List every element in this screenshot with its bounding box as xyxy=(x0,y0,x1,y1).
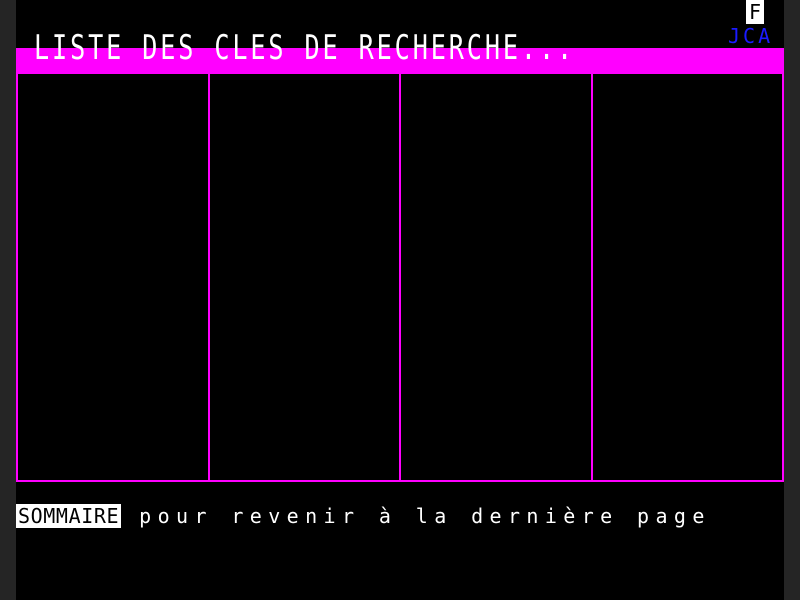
search-keys-column-1 xyxy=(18,74,210,480)
search-keys-column-4 xyxy=(593,74,783,480)
page-title: LISTE DES CLES DE RECHERCHE... xyxy=(34,28,576,68)
footer-instruction-text: pour revenir à la dernière page xyxy=(139,504,711,528)
minitel-screen: LISTE DES CLES DE RECHERCHE... F JCA SOM… xyxy=(16,0,784,600)
service-badge-jca: JCA xyxy=(728,24,774,48)
search-keys-grid xyxy=(16,72,784,482)
search-keys-column-2 xyxy=(210,74,401,480)
left-border-strip xyxy=(0,0,16,600)
sommaire-key-button[interactable]: SOMMAIRE xyxy=(16,504,122,528)
right-border-strip xyxy=(784,0,800,600)
search-keys-column-3 xyxy=(401,74,593,480)
footer-instruction: SOMMAIRE pour revenir à la dernière page xyxy=(16,504,784,528)
service-badge-f: F xyxy=(746,0,764,24)
